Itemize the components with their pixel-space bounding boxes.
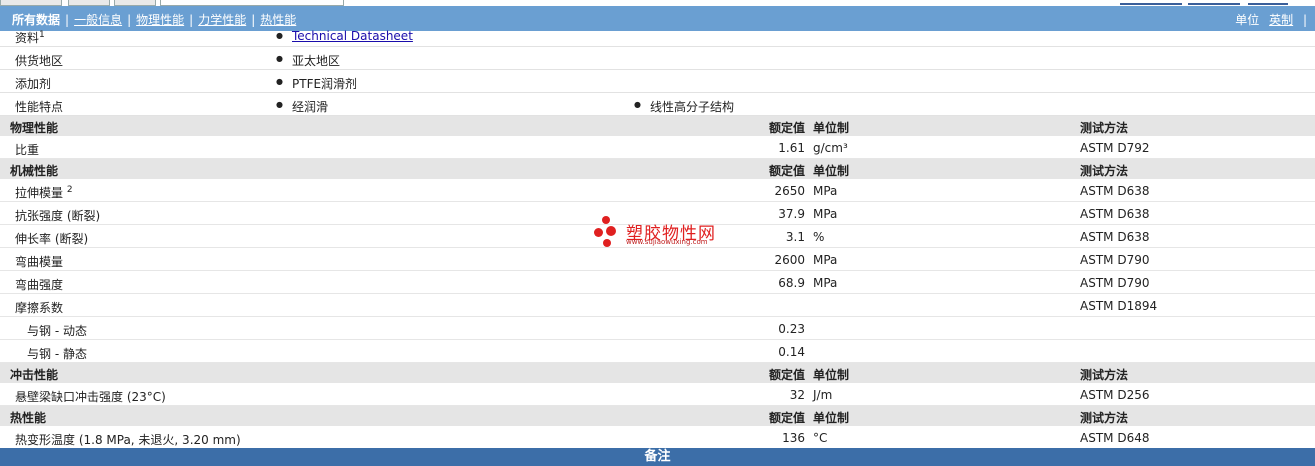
- property-row: 摩擦系数 ASTM D1894: [0, 294, 1315, 317]
- top-link[interactable]: [1248, 0, 1288, 5]
- property-value: 1.61: [778, 141, 805, 155]
- property-unit: J/m: [813, 388, 833, 402]
- info-row: 资料1 Technical Datasheet: [0, 29, 1315, 47]
- section-nav-bar: 所有数据 | 一般信息 | 物理性能 | 力学性能 | 热性能 单位 英制 |: [0, 6, 1315, 31]
- watermark-url: www.sujiaowuxing.com: [626, 238, 708, 246]
- col-rated-value: 额定值: [768, 368, 805, 382]
- property-label: 拉伸模量 2: [15, 185, 73, 200]
- property-label: 抗张强度 (断裂): [15, 209, 101, 223]
- property-value: 3.1: [785, 230, 805, 244]
- col-unit: 单位制: [813, 121, 850, 135]
- property-value: 2650: [774, 184, 805, 198]
- property-row: 与钢 - 静态 0.14: [0, 340, 1315, 363]
- col-unit: 单位制: [813, 368, 850, 382]
- nav-link-thermal[interactable]: 热性能: [260, 13, 296, 27]
- top-link[interactable]: [1188, 0, 1240, 5]
- property-label: 与钢 - 动态: [27, 324, 87, 338]
- property-label: 摩擦系数: [15, 301, 64, 315]
- info-value: 线性高分子结构: [634, 98, 734, 115]
- col-test-method: 测试方法: [1080, 164, 1129, 178]
- nav-link-general[interactable]: 一般信息: [74, 13, 122, 27]
- info-value[interactable]: Technical Datasheet: [276, 29, 413, 43]
- section-title: 物理性能: [10, 121, 59, 135]
- col-rated-value: 额定值: [768, 164, 805, 178]
- info-label: 供货地区: [15, 54, 64, 68]
- property-unit: MPa: [813, 184, 838, 198]
- col-unit: 单位制: [813, 411, 850, 425]
- property-row: 悬壁梁缺口冲击强度 (23°C) 32 J/m ASTM D256: [0, 383, 1315, 406]
- property-test-method: ASTM D790: [1080, 276, 1150, 290]
- property-unit: MPa: [813, 207, 838, 221]
- property-test-method: ASTM D792: [1080, 141, 1150, 155]
- property-row: 弯曲模量 2600 MPa ASTM D790: [0, 248, 1315, 271]
- property-test-method: ASTM D648: [1080, 431, 1150, 445]
- property-label: 比重: [15, 143, 40, 157]
- section-title: 冲击性能: [10, 368, 59, 382]
- property-label: 弯曲强度: [15, 278, 64, 292]
- property-label: 热变形温度 (1.8 MPa, 未退火, 3.20 mm): [15, 433, 241, 447]
- nav-link-mechanical[interactable]: 力学性能: [198, 13, 246, 27]
- col-unit: 单位制: [813, 164, 850, 178]
- col-rated-value: 额定值: [768, 121, 805, 135]
- units-imperial-link[interactable]: 英制: [1269, 13, 1293, 27]
- nav-link-physical[interactable]: 物理性能: [136, 13, 184, 27]
- info-row: 供货地区 亚太地区: [0, 47, 1315, 70]
- info-value: 亚太地区: [276, 52, 340, 69]
- section-title: 机械性能: [10, 164, 59, 178]
- property-unit: MPa: [813, 276, 838, 290]
- info-row: 添加剂 PTFE润滑剂: [0, 70, 1315, 93]
- property-value: 37.9: [778, 207, 805, 221]
- property-test-method: ASTM D256: [1080, 388, 1150, 402]
- col-rated-value: 额定值: [768, 411, 805, 425]
- notes-bar[interactable]: 备注: [0, 448, 1315, 466]
- nav-all-data[interactable]: 所有数据: [12, 13, 60, 27]
- property-value: 32: [789, 388, 805, 402]
- property-row: 与钢 - 动态 0.23: [0, 317, 1315, 340]
- property-label: 悬壁梁缺口冲击强度 (23°C): [15, 390, 166, 404]
- property-row: 热变形温度 (1.8 MPa, 未退火, 3.20 mm) 136 °C ASTM D…: [0, 426, 1315, 449]
- property-label: 弯曲模量: [15, 255, 64, 269]
- info-label: 资料1: [15, 30, 45, 45]
- col-test-method: 测试方法: [1080, 121, 1129, 135]
- property-test-method: ASTM D638: [1080, 184, 1150, 198]
- property-value: 0.23: [778, 322, 805, 336]
- property-test-method: ASTM D638: [1080, 207, 1150, 221]
- property-unit: MPa: [813, 253, 838, 267]
- property-label: 伸长率 (断裂): [15, 232, 89, 246]
- property-label: 与钢 - 静态: [27, 347, 87, 361]
- property-value: 136: [782, 431, 805, 445]
- property-unit: g/cm³: [813, 141, 848, 155]
- units-switch: 单位 英制 |: [1235, 13, 1307, 27]
- section-links: 所有数据 | 一般信息 | 物理性能 | 力学性能 | 热性能: [12, 13, 297, 27]
- property-row: 比重 1.61 g/cm³ ASTM D792: [0, 136, 1315, 159]
- property-test-method: ASTM D790: [1080, 253, 1150, 267]
- top-link[interactable]: [1120, 0, 1182, 5]
- watermark-logo: 塑胶物性网 www.sujiaowuxing.com: [594, 214, 734, 250]
- property-value: 68.9: [778, 276, 805, 290]
- section-title: 热性能: [10, 411, 47, 425]
- units-label: 单位: [1235, 13, 1260, 27]
- col-test-method: 测试方法: [1080, 411, 1129, 425]
- section-header: 热性能 额定值 单位制 测试方法: [0, 406, 1315, 426]
- property-test-method: ASTM D638: [1080, 230, 1150, 244]
- section-header: 冲击性能 额定值 单位制 测试方法: [0, 363, 1315, 383]
- property-test-method: ASTM D1894: [1080, 299, 1158, 313]
- property-unit: %: [813, 230, 825, 244]
- datasheet-link[interactable]: Technical Datasheet: [292, 29, 413, 43]
- info-label: 性能特点: [15, 100, 64, 114]
- property-value: 0.14: [778, 345, 805, 359]
- section-header: 机械性能 额定值 单位制 测试方法: [0, 159, 1315, 179]
- property-value: 2600: [774, 253, 805, 267]
- info-value: 经润滑: [276, 98, 328, 115]
- property-unit: °C: [813, 431, 828, 445]
- property-row: 拉伸模量 2 2650 MPa ASTM D638: [0, 179, 1315, 202]
- col-test-method: 测试方法: [1080, 368, 1129, 382]
- info-label: 添加剂: [15, 77, 52, 91]
- info-value: PTFE润滑剂: [276, 75, 357, 92]
- watermark-dots-icon: [594, 214, 624, 250]
- property-row: 弯曲强度 68.9 MPa ASTM D790: [0, 271, 1315, 294]
- info-row: 性能特点 经润滑 线性高分子结构: [0, 93, 1315, 116]
- section-header: 物理性能 额定值 单位制 测试方法: [0, 116, 1315, 136]
